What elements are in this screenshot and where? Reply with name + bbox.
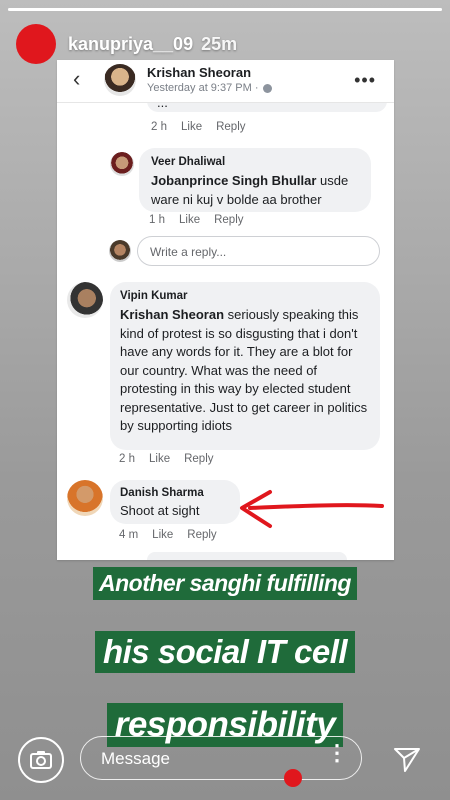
- camera-icon[interactable]: [18, 737, 64, 783]
- send-icon[interactable]: [392, 744, 422, 774]
- comment-text: Krishan Sheoran seriously speaking this …: [120, 306, 374, 436]
- comment-actions: 1 h Like Reply: [149, 214, 244, 226]
- comment-actions: 4 m Like Reply: [119, 529, 217, 541]
- reply-button[interactable]: Reply: [184, 453, 213, 465]
- header-avatar: [104, 64, 136, 96]
- caption-line-1: Another sanghi fulfilling: [0, 567, 450, 600]
- mention-link[interactable]: Jobanprince Singh Bhullar: [151, 173, 316, 188]
- comment-text: Shoot at sight: [120, 503, 200, 518]
- comment-bubble: Danish Sharma Shoot at sight: [110, 480, 240, 524]
- write-reply-input[interactable]: Write a reply...: [137, 236, 380, 266]
- commenter-avatar[interactable]: [67, 480, 103, 516]
- like-button[interactable]: Like: [181, 121, 202, 133]
- caption-line-2: his social IT cell: [0, 631, 450, 673]
- reply-button[interactable]: Reply: [216, 121, 245, 133]
- comment-actions: 2 h Like Reply: [119, 453, 214, 465]
- comment-author[interactable]: Vipin Kumar: [120, 290, 188, 302]
- story-header: kanupriya__09 25m: [16, 24, 237, 64]
- recording-dot: [284, 769, 302, 787]
- comment-bubble: Vipin Kumar Krishan Sheoran seriously sp…: [110, 282, 380, 450]
- red-arrow-annotation: [240, 490, 384, 528]
- caption-text: Another sanghi fulfilling: [93, 567, 357, 600]
- post-time: 25m: [201, 33, 238, 54]
- fb-header: ‹ Krishan Sheoran Yesterday at 9:37 PM ·…: [57, 60, 394, 103]
- header-subtitle: Yesterday at 9:37 PM ·: [147, 82, 272, 94]
- like-button[interactable]: Like: [149, 453, 170, 465]
- username[interactable]: kanupriya__09: [68, 34, 193, 55]
- story-progress-bar: [8, 8, 442, 11]
- reply-button[interactable]: Reply: [187, 529, 216, 541]
- reply-avatar: [109, 240, 131, 262]
- like-button[interactable]: Like: [179, 214, 200, 226]
- comment-actions: 2 h Like Reply: [151, 121, 246, 133]
- comment-author[interactable]: Veer Dhaliwal: [151, 156, 225, 168]
- more-horizontal-icon[interactable]: •••: [354, 70, 376, 91]
- more-vertical-icon[interactable]: ⋮: [326, 742, 348, 764]
- reply-button[interactable]: Reply: [214, 214, 243, 226]
- comment-body: seriously speaking this kind of protest …: [120, 307, 368, 433]
- comment-author[interactable]: Danish Sharma: [120, 487, 204, 499]
- caption-text: his social IT cell: [94, 631, 356, 673]
- comment-time: 2 h: [151, 121, 167, 133]
- like-button[interactable]: Like: [152, 529, 173, 541]
- facebook-screenshot: ‹ Krishan Sheoran Yesterday at 9:37 PM ·…: [57, 60, 394, 560]
- comment-bubble: Veer Dhaliwal Jobanprince Singh Bhullar …: [139, 148, 371, 212]
- globe-icon: [262, 83, 272, 93]
- progress-fill: [8, 8, 442, 11]
- commenter-avatar[interactable]: [67, 282, 103, 318]
- header-name: Krishan Sheoran: [147, 65, 252, 80]
- message-input[interactable]: Message: [80, 736, 362, 780]
- comment-time: 4 m: [119, 529, 139, 541]
- header-timestamp: Yesterday at 9:37 PM ·: [147, 82, 259, 94]
- comment-time: 1 h: [149, 214, 165, 226]
- commenter-avatar[interactable]: [110, 152, 134, 176]
- comment-text: Jobanprince Singh Bhullar usde ware ni k…: [151, 172, 367, 209]
- chevron-left-icon[interactable]: ‹: [73, 66, 80, 92]
- camera-glyph: [30, 751, 52, 769]
- comment-time: 2 h: [119, 453, 135, 465]
- mention-link[interactable]: Krishan Sheoran: [120, 307, 224, 322]
- next-bubble-edge: [147, 552, 347, 560]
- user-avatar[interactable]: [16, 24, 56, 64]
